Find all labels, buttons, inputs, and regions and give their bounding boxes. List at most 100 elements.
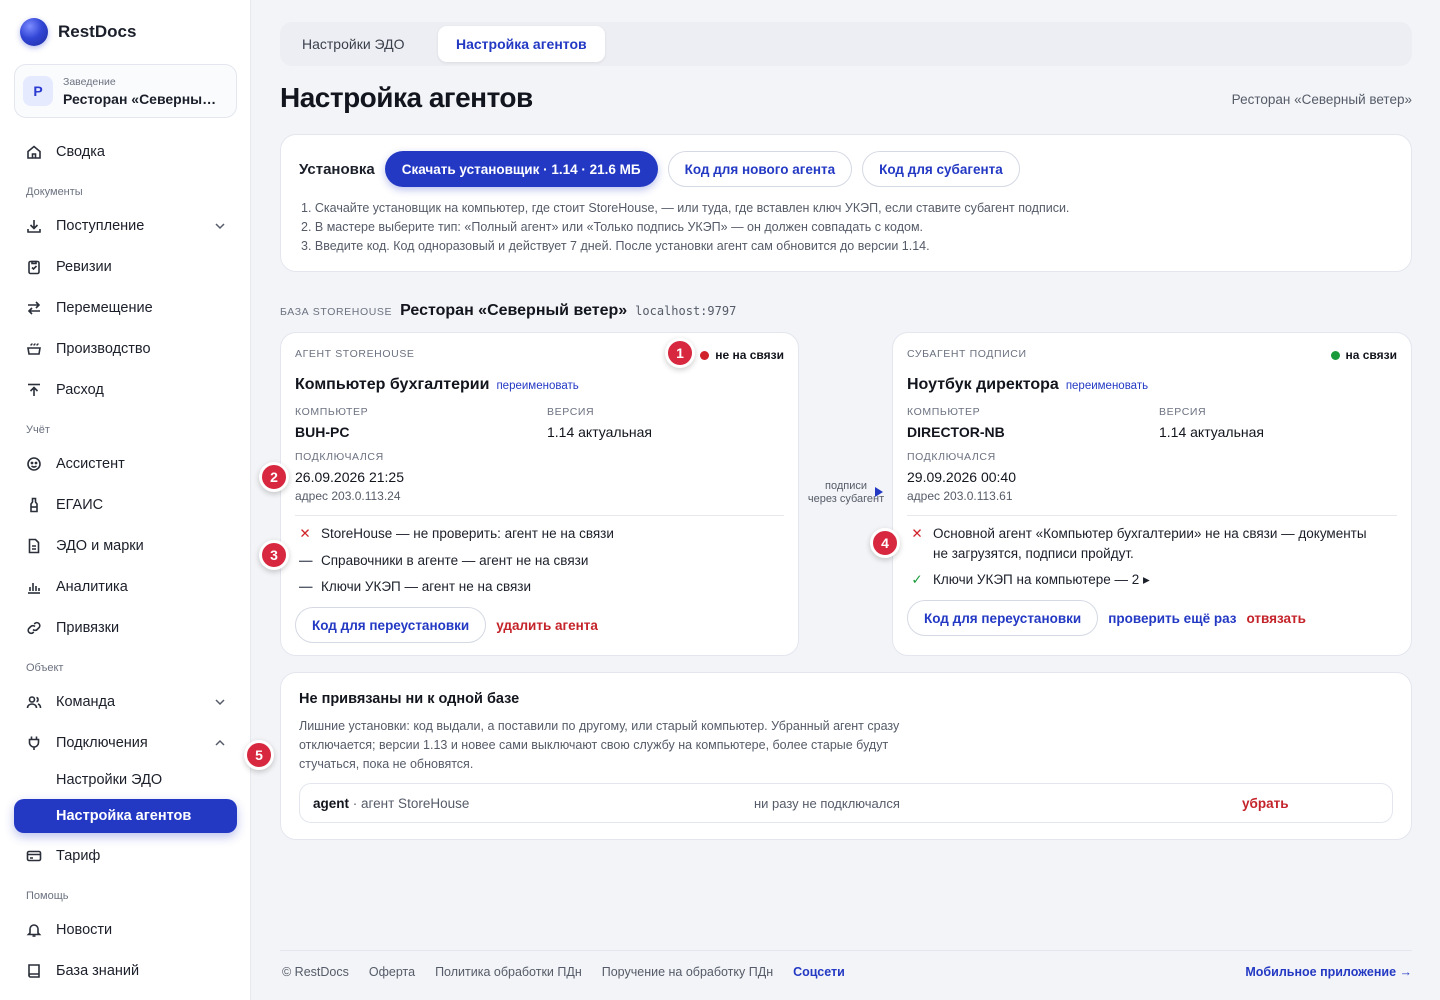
sidebar-item-label: Поступление — [56, 218, 145, 234]
computer-value: BUH-PC — [295, 424, 350, 440]
reinstall-code-button[interactable]: Код для переустановки — [295, 607, 487, 643]
sidebar-item-incoming[interactable]: Поступление — [14, 209, 237, 243]
unbound-description: Лишние установки: код выдали, а поставил… — [299, 717, 969, 774]
install-step: 1. Скачайте установщик на компьютер, где… — [301, 201, 1070, 215]
divider — [907, 515, 1397, 516]
chevron-down-icon[interactable] — [213, 219, 227, 233]
plug-icon — [26, 735, 42, 751]
sidebar-item-kb[interactable]: База знаний — [14, 954, 237, 988]
install-step: 2. В мастере выберите тип: «Полный агент… — [301, 220, 924, 234]
sidebar-item-edo[interactable]: ЭДО и марки — [14, 529, 237, 563]
status-dot — [1330, 350, 1340, 360]
chevron-up-icon[interactable] — [213, 736, 227, 750]
agent-status: ни разу не подключался — [754, 796, 900, 811]
unbind-link[interactable]: отвязать — [1246, 611, 1305, 626]
new-agent-code-button[interactable]: Код для нового агента — [667, 151, 853, 187]
footer: © RestDocs Оферта Политика обработки ПДн… — [282, 965, 845, 979]
check-icon: ✓ — [911, 572, 923, 587]
document-icon — [26, 538, 42, 554]
logo-icon — [20, 18, 48, 46]
sidebar-item-label: Новости — [56, 922, 113, 938]
tab-agents-settings[interactable]: Настройка агентов — [438, 26, 605, 62]
card-icon — [26, 848, 42, 864]
sidebar-item-label: Аналитика — [56, 579, 128, 595]
status-text: не на связи — [715, 348, 784, 362]
book-icon — [26, 963, 42, 979]
sidebar-item-edo-settings[interactable]: Настройки ЭДО — [14, 763, 237, 797]
sidebar-item-egais[interactable]: ЕГАИС — [14, 488, 237, 522]
recheck-link[interactable]: проверить ещё раз — [1108, 611, 1236, 626]
mobile-app-link[interactable]: Мобильное приложение → — [1245, 965, 1412, 979]
sidebar-item-label: ЕГАИС — [56, 497, 104, 513]
list-item: agent · агент StoreHouse ни разу не подк… — [299, 783, 1393, 823]
version-field: ВЕРСИЯ 1.14 актуальная — [1159, 406, 1264, 440]
sidebar-item-analytics[interactable]: Аналитика — [14, 570, 237, 604]
sidebar-item-connections[interactable]: Подключения — [14, 726, 237, 760]
sidebar-item-transfer[interactable]: Перемещение — [14, 291, 237, 325]
sidebar-item-label: Сводка — [56, 144, 105, 160]
sidebar-item-label: Перемещение — [56, 300, 153, 316]
sidebar-item-production[interactable]: Производство — [14, 332, 237, 366]
db-host: localhost:9797 — [635, 304, 737, 318]
status-badge: на связи — [1330, 348, 1397, 362]
db-name: Ресторан «Северный ветер» — [400, 302, 628, 319]
sidebar-item-agents-settings[interactable]: Настройка агентов — [14, 799, 237, 833]
sidebar-item-label: Тариф — [56, 848, 101, 864]
app-logo[interactable]: RestDocs — [20, 18, 136, 46]
clipboard-check-icon — [26, 259, 42, 275]
unbound-description-line: отключается; версии 1.13 и новее сами вы… — [299, 738, 889, 752]
subagent-code-button[interactable]: Код для субагента — [862, 151, 1020, 187]
agent-name: agent — [313, 796, 350, 811]
check-item[interactable]: ✓ Ключи УКЭП на компьютере — 2 ▸ — [911, 570, 1149, 590]
address-value: адрес 203.0.113.24 — [295, 489, 401, 503]
sidebar-item-summary[interactable]: Сводка — [14, 135, 237, 169]
pot-icon — [26, 341, 42, 357]
footer-privacy-link[interactable]: Политика обработки ПДн — [435, 965, 582, 979]
sidebar-item-news[interactable]: Новости — [14, 913, 237, 947]
check-text: StoreHouse — не проверить: агент не на с… — [321, 526, 614, 541]
sidebar-item-assistant[interactable]: Ассистент — [14, 447, 237, 481]
sidebar-item-team[interactable]: Команда — [14, 685, 237, 719]
db-label: БАЗА STOREHOUSE — [280, 306, 393, 318]
footer-assignment-link[interactable]: Поручение на обработку ПДн — [602, 965, 773, 979]
sidebar-item-bindings[interactable]: Привязки — [14, 611, 237, 645]
venue-selector[interactable]: Р Заведение Ресторан «Северный ... — [14, 64, 237, 118]
page-tabs: Настройки ЭДО Настройка агентов — [280, 22, 1412, 66]
sidebar-item-tariff[interactable]: Тариф — [14, 839, 237, 873]
dash-icon: — — [299, 553, 313, 568]
remove-agent-link[interactable]: убрать — [1242, 796, 1289, 811]
chevron-down-icon[interactable] — [213, 695, 227, 709]
annotation-badge: 3 — [259, 540, 289, 570]
annotation-badge: 2 — [259, 462, 289, 492]
sidebar-item-expense[interactable]: Расход — [14, 373, 237, 407]
computer-value: DIRECTOR-NB — [907, 424, 1005, 440]
sidebar-item-revisions[interactable]: Ревизии — [14, 250, 237, 284]
users-icon — [26, 694, 42, 710]
unbound-description-line: стучаться, пока не обновятся. — [299, 757, 474, 771]
footer-social-link[interactable]: Соцсети — [793, 965, 845, 979]
arrow-right-icon — [875, 487, 883, 497]
reinstall-code-button[interactable]: Код для переустановки — [907, 600, 1099, 636]
unbound-title: Не привязаны ни к одной базе — [299, 691, 520, 707]
computer-field: КОМПЬЮТЕР BUH-PC — [295, 406, 368, 440]
sidebar-item-label: Команда — [56, 694, 116, 710]
address-value: адрес 203.0.113.61 — [907, 489, 1013, 503]
tab-edo-settings[interactable]: Настройки ЭДО — [284, 26, 423, 62]
rename-link[interactable]: переименовать — [1066, 380, 1148, 392]
agent-type: АГЕНТ STOREHOUSE — [295, 348, 415, 360]
footer-offer-link[interactable]: Оферта — [369, 965, 415, 979]
nav-section-help: Помощь — [26, 890, 69, 902]
check-item: ✕ StoreHouse — не проверить: агент не на… — [299, 524, 614, 544]
delete-agent-link[interactable]: удалить агента — [496, 618, 598, 633]
agent-card-storehouse: АГЕНТ STOREHOUSE не на связи Компьютер б… — [280, 332, 799, 656]
download-installer-button[interactable]: Скачать установщик · 1.14 · 21.6 МБ — [384, 151, 658, 187]
computer-label: КОМПЬЮТЕР — [295, 406, 369, 418]
agent-card-subagent: СУБАГЕНТ ПОДПИСИ на связи Ноутбук директ… — [892, 332, 1412, 656]
rename-link[interactable]: переименовать — [496, 380, 578, 392]
unbound-description-line: Лишние установки: код выдали, а поставил… — [299, 719, 900, 733]
annotation-badge: 5 — [244, 740, 274, 770]
check-text: Ключи УКЭП — агент не на связи — [321, 579, 532, 594]
check-item: ✕ Основной агент «Компьютер бухгалтерии»… — [911, 524, 1366, 564]
arrows-swap-icon — [26, 300, 42, 316]
version-field: ВЕРСИЯ 1.14 актуальная — [547, 406, 652, 440]
